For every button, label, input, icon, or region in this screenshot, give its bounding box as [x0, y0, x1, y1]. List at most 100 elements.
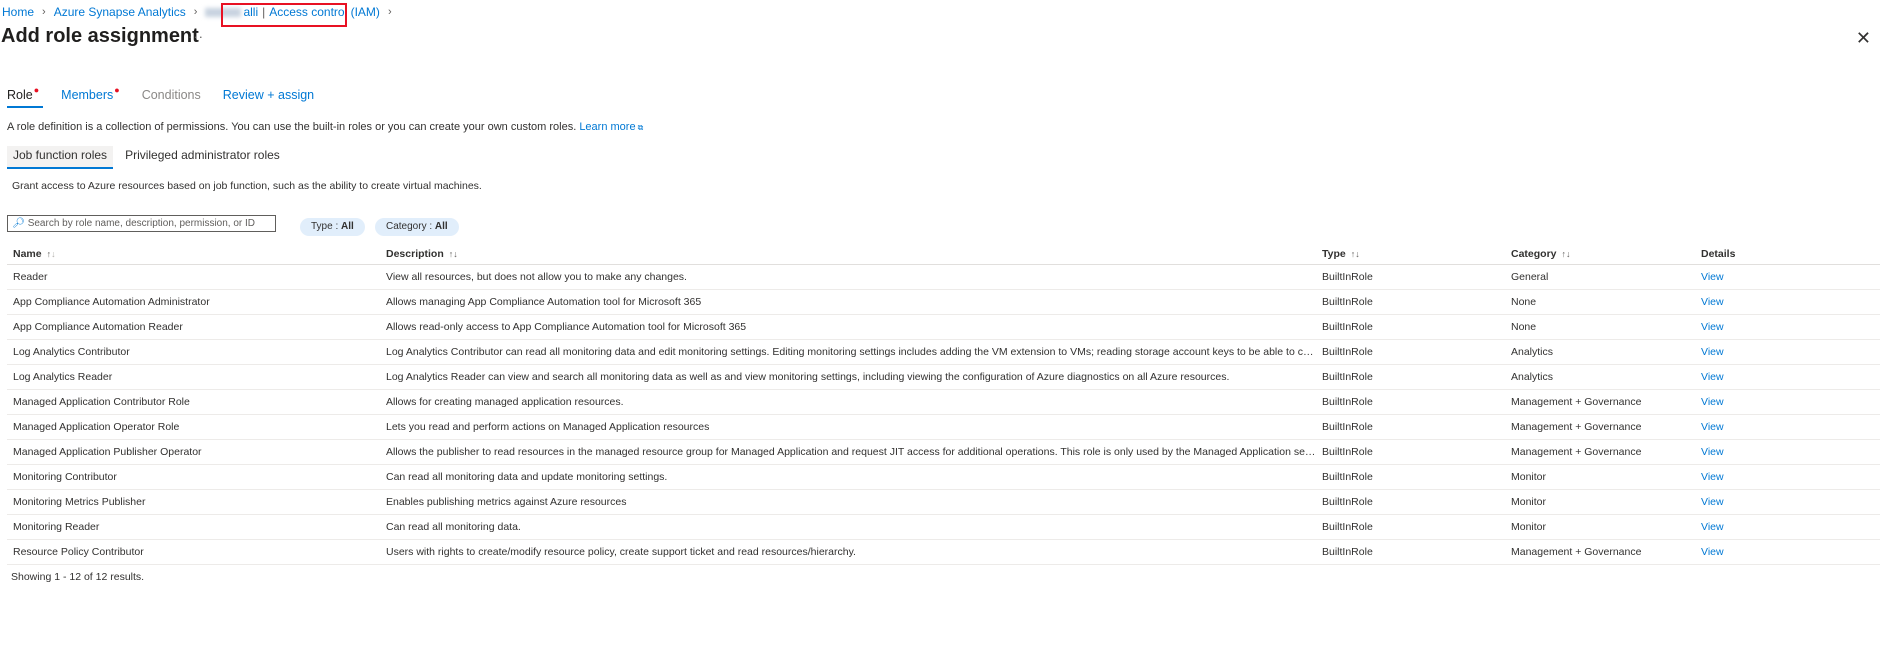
sort-icon[interactable]: ↑↓: [1562, 249, 1571, 259]
role-description: Enables publishing metrics against Azure…: [386, 496, 627, 508]
role-description: Allows for creating managed application …: [386, 396, 624, 408]
role-description: Log Analytics Contributor can read all m…: [386, 346, 1316, 358]
table-row[interactable]: Monitoring Contributor Can read all monit…: [7, 465, 1880, 490]
role-name: Resource Policy Contributor: [13, 546, 144, 558]
view-details-link[interactable]: View: [1695, 446, 1880, 458]
role-description: Can read all monitoring data.: [386, 521, 521, 533]
role-type: BuiltInRole: [1322, 546, 1373, 558]
sort-icon[interactable]: ↑↓: [47, 249, 56, 259]
tab-job-function-roles[interactable]: Job function roles: [7, 146, 114, 169]
column-header-description[interactable]: Description ↑↓: [380, 248, 1316, 260]
view-details-link[interactable]: View: [1695, 321, 1880, 333]
role-type-tabs: Job function roles Privileged administra…: [7, 146, 292, 169]
role-category: Management + Governance: [1511, 446, 1642, 458]
role-type: BuiltInRole: [1322, 296, 1373, 308]
role-name: Managed Application Operator Role: [13, 421, 180, 433]
view-details-link[interactable]: View: [1695, 421, 1880, 433]
role-description: Lets you read and perform actions on Man…: [386, 421, 710, 433]
role-name: Reader: [13, 271, 48, 283]
column-header-details: Details: [1701, 247, 1736, 260]
role-type: BuiltInRole: [1322, 421, 1373, 433]
view-details-link[interactable]: View: [1695, 371, 1880, 383]
chevron-right-icon: ›: [42, 6, 46, 18]
role-category: Monitor: [1511, 496, 1547, 508]
table-row[interactable]: App Compliance Automation Reader Allows r…: [7, 315, 1880, 340]
role-name: Log Analytics Reader: [13, 371, 113, 383]
type-filter-pill[interactable]: Type : All: [300, 218, 365, 236]
role-type: BuiltInRole: [1322, 346, 1373, 358]
breadcrumb-home[interactable]: Home: [2, 5, 34, 19]
more-icon[interactable]: ···: [188, 29, 204, 44]
search-input[interactable]: [27, 218, 268, 229]
table-row[interactable]: App Compliance Automation Administrator A…: [7, 290, 1880, 315]
role-definition-description: A role definition is a collection of per…: [7, 121, 644, 133]
external-link-icon: ⧉: [637, 123, 644, 132]
page-title: Add role assignment: [1, 25, 199, 47]
role-type: BuiltInRole: [1322, 496, 1373, 508]
role-description: View all resources, but does not allow y…: [386, 271, 687, 283]
role-type: BuiltInRole: [1322, 446, 1373, 458]
tab-privileged-administrator-roles[interactable]: Privileged administrator roles: [119, 148, 286, 167]
search-icon: 🔍︎: [12, 218, 25, 229]
tab-role[interactable]: Role●: [7, 85, 44, 108]
highlight-annotation-box: [221, 3, 347, 27]
table-row[interactable]: Resource Policy Contributor Users with ri…: [7, 540, 1880, 565]
sort-icon[interactable]: ↑↓: [449, 249, 458, 259]
role-category: Analytics: [1511, 346, 1554, 358]
close-icon[interactable]: ✕: [1856, 28, 1871, 49]
role-name: Monitoring Metrics Publisher: [13, 496, 146, 508]
search-box: 🔍︎: [7, 215, 276, 232]
learn-more-link[interactable]: Learn more ⧉: [579, 121, 643, 133]
column-header-type[interactable]: Type ↑↓: [1316, 248, 1505, 260]
table-row[interactable]: Managed Application Operator Role Lets yo…: [7, 415, 1880, 440]
results-count: Showing 1 - 12 of 12 results.: [11, 571, 145, 583]
role-category: Monitor: [1511, 471, 1547, 483]
table-row[interactable]: Log Analytics Reader Log Analytics Reader…: [7, 365, 1880, 390]
category-filter-pill[interactable]: Category : All: [375, 218, 459, 236]
role-category: Monitor: [1511, 521, 1547, 533]
role-description: Users with rights to create/modify resou…: [386, 546, 856, 558]
role-description: Allows read-only access to App Complianc…: [386, 321, 747, 333]
view-details-link[interactable]: View: [1695, 521, 1880, 533]
role-description: Allows managing App Compliance Automatio…: [386, 296, 702, 308]
role-category: None: [1511, 321, 1537, 333]
role-category: General: [1511, 271, 1549, 283]
tab-review-assign[interactable]: Review + assign: [223, 88, 314, 106]
role-category: Management + Governance: [1511, 396, 1642, 408]
role-name: Monitoring Contributor: [13, 471, 117, 483]
table-row[interactable]: Managed Application Contributor Role Allo…: [7, 390, 1880, 415]
role-name: Managed Application Contributor Role: [13, 396, 190, 408]
table-row[interactable]: Reader View all resources, but does not a…: [7, 265, 1880, 290]
table-row[interactable]: Managed Application Publisher Operator Al…: [7, 440, 1880, 465]
table-header: Name ↑↓ Description ↑↓ Type ↑↓ Category ↑↓ D…: [7, 243, 1880, 265]
view-details-link[interactable]: View: [1695, 396, 1880, 408]
view-details-link[interactable]: View: [1695, 471, 1880, 483]
role-category: Analytics: [1511, 371, 1554, 383]
column-header-name[interactable]: Name ↑↓: [7, 248, 380, 260]
role-name: Managed Application Publisher Operator: [13, 446, 202, 458]
view-details-link[interactable]: View: [1695, 346, 1880, 358]
role-type: BuiltInRole: [1322, 321, 1373, 333]
table-body: Reader View all resources, but does not a…: [7, 265, 1880, 565]
sort-icon[interactable]: ↑↓: [1351, 249, 1360, 259]
role-category: None: [1511, 296, 1537, 308]
wizard-tabs: Role● Members● Conditions Review + assig…: [7, 85, 336, 108]
tab-members[interactable]: Members●: [61, 85, 120, 106]
breadcrumb-service[interactable]: Azure Synapse Analytics: [54, 5, 186, 19]
table-row[interactable]: Monitoring Metrics Publisher Enables publ…: [7, 490, 1880, 515]
column-header-category[interactable]: Category ↑↓: [1505, 248, 1695, 260]
role-description: Log Analytics Reader can view and search…: [386, 371, 1230, 383]
role-type: BuiltInRole: [1322, 371, 1373, 383]
table-row[interactable]: Log Analytics Contributor Log Analytics C…: [7, 340, 1880, 365]
required-indicator: ●: [33, 85, 40, 95]
chevron-right-icon: ›: [387, 6, 392, 18]
view-details-link[interactable]: View: [1695, 546, 1880, 558]
tab-conditions[interactable]: Conditions: [142, 88, 201, 106]
role-description: Can read all monitoring data and update …: [386, 471, 668, 483]
view-details-link[interactable]: View: [1695, 271, 1880, 283]
view-details-link[interactable]: View: [1695, 296, 1880, 308]
role-description: Allows the publisher to read resources i…: [386, 446, 1316, 458]
role-type: BuiltInRole: [1322, 471, 1373, 483]
view-details-link[interactable]: View: [1695, 496, 1880, 508]
table-row[interactable]: Monitoring Reader Can read all monitoring…: [7, 515, 1880, 540]
